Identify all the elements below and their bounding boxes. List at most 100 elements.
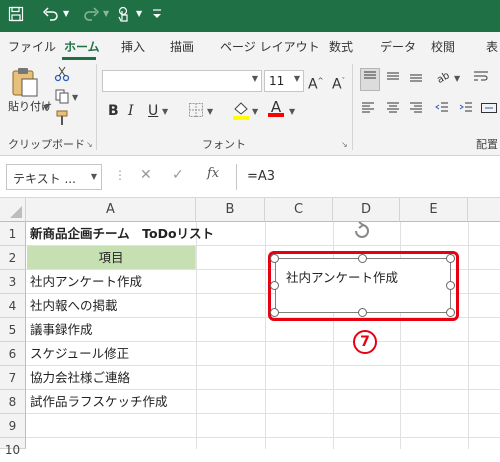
align-left-icon[interactable] [360, 100, 376, 121]
row-header-9[interactable]: 9 [0, 414, 26, 438]
resize-handle[interactable] [270, 281, 279, 290]
underline-button[interactable]: U [148, 102, 158, 120]
formula-input[interactable]: =A3 [236, 164, 500, 190]
tab-home[interactable]: ホーム [64, 38, 100, 55]
ribbon: 貼り付け ▼ ▼ クリップボード ↘ ▼ 11 ▼ A^ Aˇ B I U ▼ … [0, 60, 500, 156]
row-header-8[interactable]: 8 [0, 390, 26, 414]
resize-handle[interactable] [358, 308, 367, 317]
row-header-10[interactable]: 10 [0, 438, 26, 457]
save-icon[interactable] [8, 6, 24, 27]
borders-icon[interactable] [188, 102, 204, 123]
format-painter-icon[interactable] [54, 110, 70, 131]
redo-dropdown-icon[interactable]: ▼ [103, 9, 109, 18]
rotate-handle-icon[interactable] [351, 221, 373, 241]
align-right-icon[interactable] [408, 100, 424, 121]
cell-a4[interactable]: 社内報への掲載 [27, 294, 118, 318]
bold-button[interactable]: B [108, 102, 119, 120]
font-launcher-icon[interactable]: ↘ [341, 140, 348, 149]
undo-icon[interactable] [42, 6, 60, 27]
row-header-1[interactable]: 1 [0, 222, 26, 246]
decrease-indent-icon[interactable] [434, 100, 450, 121]
resize-handle[interactable] [270, 308, 279, 317]
column-header-e[interactable]: E [400, 198, 468, 222]
cell-a8[interactable]: 試作品ラフスケッチ作成 [27, 390, 168, 414]
fill-color-icon[interactable] [232, 100, 250, 125]
copy-dropdown-icon[interactable]: ▼ [72, 93, 78, 102]
column-header-a[interactable]: A [26, 198, 196, 222]
cell-a3[interactable]: 社内アンケート作成 [27, 270, 142, 294]
align-middle-icon[interactable] [385, 68, 401, 89]
cell-a6[interactable]: スケジュール修正 [27, 342, 129, 366]
merge-center-icon[interactable] [480, 100, 498, 121]
gridline [196, 222, 197, 449]
cell-a2[interactable]: 項目 [27, 246, 196, 269]
row-header-2[interactable]: 2 [0, 246, 26, 270]
tab-data[interactable]: データ [380, 38, 416, 55]
touch-dropdown-icon[interactable]: ▼ [136, 9, 142, 18]
cut-icon[interactable] [54, 66, 70, 87]
column-header-b[interactable]: B [196, 198, 265, 222]
column-header-d[interactable]: D [333, 198, 400, 222]
text-box-text: 社内アンケート作成 [286, 270, 399, 285]
row-header-5[interactable]: 5 [0, 318, 26, 342]
tab-formulas[interactable]: 数式 [329, 38, 353, 55]
cancel-icon[interactable]: ✕ [140, 167, 152, 183]
italic-button[interactable]: I [128, 102, 134, 120]
more-options-icon[interactable]: ⋮ [114, 168, 126, 182]
spreadsheet-grid[interactable]: A B C D E 1 2 3 4 5 6 7 8 9 10 新商品企画チーム … [0, 198, 500, 457]
select-all-corner[interactable] [0, 198, 26, 222]
tab-insert[interactable]: 挿入 [121, 38, 145, 55]
undo-dropdown-icon[interactable]: ▼ [63, 9, 69, 18]
font-name-combo[interactable]: ▼ [102, 70, 262, 92]
tab-draw[interactable]: 描画 [170, 38, 194, 55]
tab-view[interactable]: 表 [486, 38, 498, 55]
resize-handle[interactable] [446, 281, 455, 290]
insert-function-button[interactable]: fx [207, 166, 219, 181]
increase-indent-icon[interactable] [458, 100, 474, 121]
tab-page-layout[interactable]: ページ レイアウト [220, 38, 320, 55]
font-color-icon[interactable]: A [268, 98, 284, 117]
ribbon-separator [96, 64, 97, 150]
resize-handle[interactable] [358, 254, 367, 263]
fill-color-dropdown-icon[interactable]: ▼ [252, 107, 258, 116]
font-size-combo[interactable]: 11 ▼ [264, 70, 304, 92]
clipboard-launcher-icon[interactable]: ↘ [86, 140, 93, 149]
orientation-icon[interactable]: ab [434, 68, 452, 89]
text-box-shape[interactable]: 社内アンケート作成 [275, 258, 451, 313]
redo-icon[interactable] [82, 6, 100, 27]
row-header-7[interactable]: 7 [0, 366, 26, 390]
wrap-text-icon[interactable] [472, 68, 490, 89]
tab-file[interactable]: ファイル [8, 38, 56, 55]
shrink-font-button[interactable]: Aˇ [332, 72, 345, 94]
resize-handle[interactable] [270, 254, 279, 263]
paste-dropdown-icon[interactable]: ▼ [43, 103, 49, 112]
cell-a7[interactable]: 協力会社様ご連絡 [27, 366, 130, 390]
font-group-label: フォント [202, 138, 246, 151]
paste-icon[interactable] [10, 66, 40, 101]
resize-handle[interactable] [446, 308, 455, 317]
tab-review[interactable]: 校閲 [431, 38, 455, 55]
row-header-6[interactable]: 6 [0, 342, 26, 366]
chevron-down-icon: ▼ [293, 74, 300, 83]
align-center-icon[interactable] [385, 100, 401, 121]
align-top-icon[interactable] [360, 68, 380, 91]
touch-mode-icon[interactable] [116, 6, 132, 29]
column-header-c[interactable]: C [265, 198, 333, 222]
cell-a1[interactable]: 新商品企画チーム ToDoリスト [27, 222, 214, 246]
column-header-f[interactable] [468, 198, 500, 222]
name-box[interactable]: テキスト ... ▼ [6, 164, 102, 190]
underline-dropdown-icon[interactable]: ▼ [162, 107, 168, 116]
borders-dropdown-icon[interactable]: ▼ [207, 107, 213, 116]
customize-qat-icon[interactable] [152, 7, 162, 27]
grow-font-button[interactable]: A^ [308, 72, 323, 94]
row-header-4[interactable]: 4 [0, 294, 26, 318]
font-color-dropdown-icon[interactable]: ▼ [289, 107, 295, 116]
enter-icon[interactable]: ✓ [172, 167, 184, 183]
copy-icon[interactable] [54, 88, 70, 109]
cell-a5[interactable]: 議事録作成 [27, 318, 93, 342]
gridline [26, 437, 500, 438]
resize-handle[interactable] [446, 254, 455, 263]
orientation-dropdown-icon[interactable]: ▼ [454, 74, 460, 83]
row-header-3[interactable]: 3 [0, 270, 26, 294]
align-bottom-icon[interactable] [408, 68, 424, 89]
